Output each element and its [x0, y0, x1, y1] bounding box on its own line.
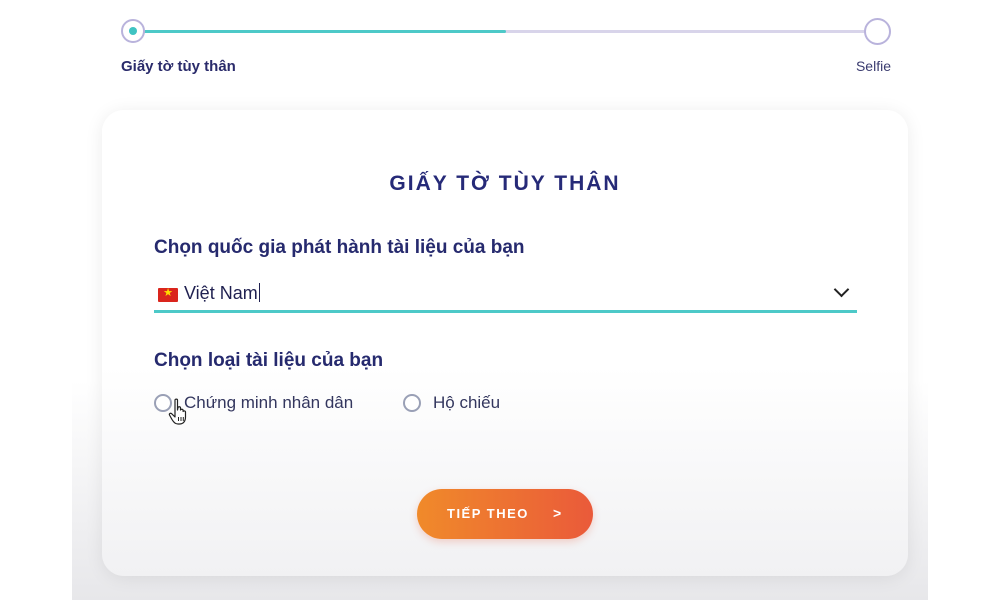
chevron-right-icon: > [553, 505, 563, 521]
chevron-down-icon[interactable] [833, 281, 850, 298]
stepper-progress-fill [135, 30, 506, 33]
step-label-selfie: Selfie [855, 58, 891, 74]
country-select-value: Việt Nam [184, 283, 260, 303]
document-type-question-label: Chọn loại tài liệu của bạn [154, 350, 384, 371]
step-indicator-id-document[interactable] [121, 19, 145, 43]
radio-label-id-card[interactable]: Chứng minh nhân dân [184, 393, 353, 413]
id-document-card: GIẤY TỜ TÙY THÂN Chọn quốc gia phát hành… [102, 110, 908, 576]
next-button-label: TIẾP THEO [447, 506, 529, 521]
text-caret [258, 283, 260, 302]
step-indicator-selfie[interactable] [864, 18, 891, 45]
radio-label-passport[interactable]: Hộ chiếu [433, 393, 500, 413]
card-title: GIẤY TỜ TÙY THÂN [389, 172, 621, 195]
vietnam-flag-icon [158, 286, 178, 302]
country-select[interactable]: Việt Nam [154, 280, 857, 313]
country-question-label: Chọn quốc gia phát hành tài liệu của bạn [154, 237, 525, 258]
radio-button-id-card[interactable] [154, 394, 172, 412]
step-label-id-document: Giấy tờ tùy thân [121, 58, 236, 75]
radio-button-passport[interactable] [403, 394, 421, 412]
next-button[interactable]: TIẾP THEO > [417, 489, 593, 539]
progress-stepper: Giấy tờ tùy thân Selfie [0, 0, 1000, 90]
